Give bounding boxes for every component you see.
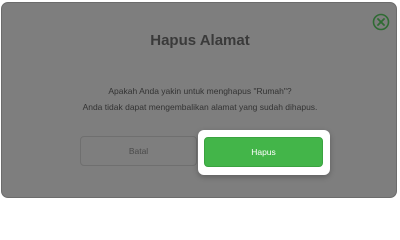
close-icon[interactable] [372, 13, 390, 31]
dialog-message: Apakah Anda yakin untuk menghapus "Rumah… [2, 83, 398, 115]
dialog-title: Hapus Alamat [150, 32, 250, 49]
delete-button[interactable]: Hapus [204, 137, 323, 167]
message-line-2: Anda tidak dapat mengembalikan alamat ya… [82, 102, 318, 112]
message-line-1: Apakah Anda yakin untuk menghapus "Rumah… [108, 86, 292, 96]
backdrop: Hapus Alamat Apakah Anda yakin untuk men… [0, 0, 400, 202]
cancel-button[interactable]: Batal [80, 136, 197, 166]
confirm-button-highlight: Hapus [198, 130, 330, 175]
delete-address-dialog: Hapus Alamat Apakah Anda yakin untuk men… [1, 2, 397, 198]
